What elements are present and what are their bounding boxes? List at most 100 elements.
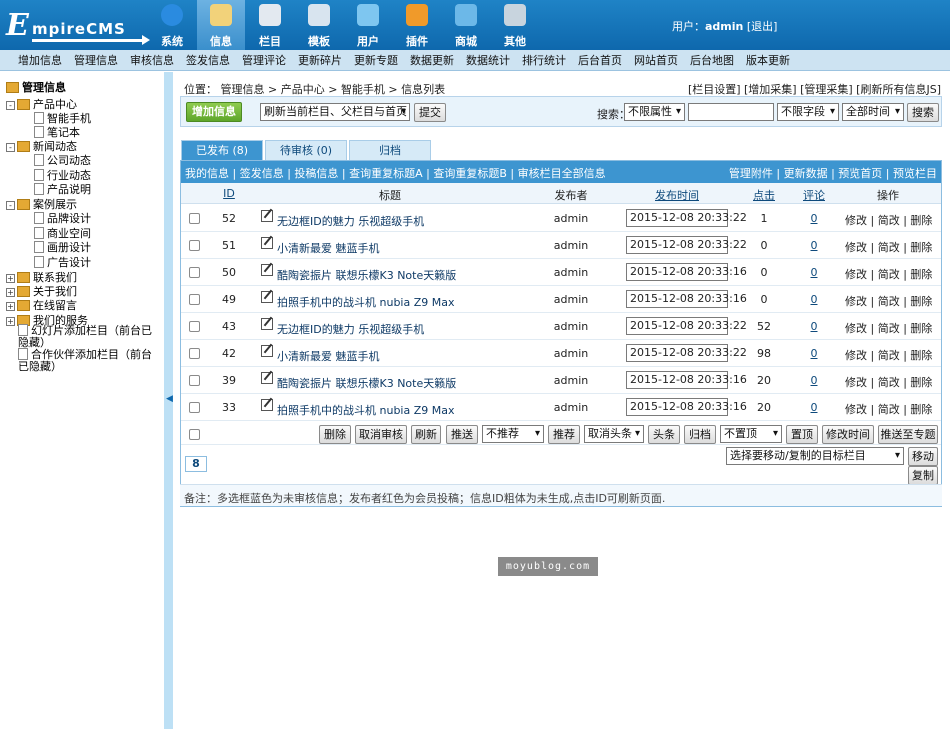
row-comments[interactable]: 0 (805, 293, 823, 306)
sidebar-item-11[interactable]: 广告设计 (34, 254, 91, 270)
row-ops[interactable]: 修改 | 简改 | 删除 (845, 266, 932, 282)
delete-button[interactable]: 删除 (319, 425, 351, 444)
row-id[interactable]: 42 (217, 347, 241, 360)
breadcrumb-links[interactable]: [栏目设置] [增加采集] [管理采集] [刷新所有信息JS] (688, 81, 941, 97)
sidebar-item-6[interactable]: 产品说明 (34, 181, 91, 197)
row-comments[interactable]: 0 (805, 374, 823, 387)
sidebar-item-4[interactable]: 公司动态 (34, 152, 91, 168)
submit-button[interactable]: 提交 (414, 103, 446, 122)
row-time-field[interactable]: 2015-12-08 20:33:16 (626, 398, 747, 416)
change-time-button[interactable]: 修改时间 (822, 425, 874, 444)
topnav-1[interactable]: 信息 (197, 0, 245, 50)
row-id[interactable]: 43 (217, 320, 241, 333)
row-time-field[interactable]: 2015-12-08 20:33:22 (626, 236, 747, 254)
refresh-button[interactable]: 刷新 (411, 425, 441, 444)
row-id[interactable]: 39 (217, 374, 241, 387)
row-ops[interactable]: 修改 | 简改 | 删除 (845, 239, 932, 255)
menu-item[interactable]: 版本更新 (746, 52, 790, 68)
row-comments[interactable]: 0 (805, 212, 823, 225)
row-time-field[interactable]: 2015-12-08 20:33:16 (626, 290, 747, 308)
menu-item[interactable]: 审核信息 (130, 52, 174, 68)
row-title-link[interactable]: 无边框ID的魅力 乐视超级手机 (277, 321, 424, 337)
row-id[interactable]: 50 (217, 266, 241, 279)
row-checkbox[interactable] (189, 321, 200, 332)
time-select[interactable]: 全部时间 (842, 103, 904, 121)
row-comments[interactable]: 0 (805, 239, 823, 252)
sidebar-item-16[interactable]: 幻灯片添加栏目（前台已隐藏） (18, 324, 158, 349)
refresh-select[interactable]: 刷新当前栏目、父栏目与首页 (260, 103, 410, 121)
header-id[interactable]: ID (221, 187, 237, 200)
row-time-field[interactable]: 2015-12-08 20:33:22 (626, 317, 747, 335)
row-comments[interactable]: 0 (805, 401, 823, 414)
menu-item[interactable]: 后台地图 (690, 52, 734, 68)
search-input[interactable] (688, 103, 774, 121)
header-time[interactable]: 发布时间 (647, 187, 707, 203)
menu-item[interactable]: 后台首页 (578, 52, 622, 68)
header-comments[interactable]: 评论 (801, 187, 827, 203)
row-title-link[interactable]: 小清新最爱 魅蓝手机 (277, 240, 380, 256)
row-title-link[interactable]: 拍照手机中的战斗机 nubia Z9 Max (277, 294, 455, 310)
top-select[interactable]: 不置顶 (720, 425, 782, 443)
page-number[interactable]: 8 (185, 456, 207, 472)
row-checkbox[interactable] (189, 213, 200, 224)
topnav-3[interactable]: 模板 (295, 0, 343, 50)
row-title-link[interactable]: 拍照手机中的战斗机 nubia Z9 Max (277, 402, 455, 418)
headline-button[interactable]: 头条 (648, 425, 680, 444)
row-title-link[interactable]: 小清新最爱 魅蓝手机 (277, 348, 380, 364)
expand-icon[interactable]: + (6, 317, 15, 326)
add-info-button[interactable]: 增加信息 (186, 102, 242, 122)
move-button[interactable]: 移动 (908, 447, 938, 466)
menu-item[interactable]: 排行统计 (522, 52, 566, 68)
menu-item[interactable]: 管理信息 (74, 52, 118, 68)
menu-item[interactable]: 更新碎片 (298, 52, 342, 68)
logout-link[interactable]: [退出] (747, 20, 778, 33)
breadcrumb-item[interactable]: 产品中心 (281, 83, 325, 96)
row-comments[interactable]: 0 (805, 320, 823, 333)
attr-select[interactable]: 不限属性 (624, 103, 685, 121)
unaudit-button[interactable]: 取消审核 (355, 425, 407, 444)
topnav-4[interactable]: 用户 (344, 0, 392, 50)
collapse-icon[interactable]: - (6, 101, 15, 110)
push-topic-button[interactable]: 推送至专题 (878, 425, 938, 444)
row-time-field[interactable]: 2015-12-08 20:33:16 (626, 371, 747, 389)
archive-button[interactable]: 归档 (684, 425, 716, 444)
topnav-5[interactable]: 插件 (393, 0, 441, 50)
menu-item[interactable]: 增加信息 (18, 52, 62, 68)
menu-item[interactable]: 网站首页 (634, 52, 678, 68)
row-time-field[interactable]: 2015-12-08 20:33:22 (626, 344, 747, 362)
sidebar-item-14[interactable]: + 在线留言 (6, 297, 77, 313)
expand-icon[interactable]: + (6, 288, 15, 297)
row-time-field[interactable]: 2015-12-08 20:33:16 (626, 263, 747, 281)
row-checkbox[interactable] (189, 240, 200, 251)
sub-toolbar-right-links[interactable]: 管理附件 | 更新数据 | 预览首页 | 预览栏目 (729, 165, 937, 181)
row-time-field[interactable]: 2015-12-08 20:33:22 (626, 209, 747, 227)
row-title-link[interactable]: 无边框ID的魅力 乐视超级手机 (277, 213, 424, 229)
sub-toolbar-left-links[interactable]: 我的信息 | 签发信息 | 投稿信息 | 查询重复标题A | 查询重复标题B |… (185, 165, 606, 181)
row-checkbox[interactable] (189, 348, 200, 359)
row-id[interactable]: 52 (217, 212, 241, 225)
tab-archive[interactable]: 归档 (349, 140, 431, 160)
row-ops[interactable]: 修改 | 简改 | 删除 (845, 401, 932, 417)
topnav-6[interactable]: 商城 (442, 0, 490, 50)
sidebar-splitter[interactable]: ◀ (164, 72, 173, 729)
recommend-select[interactable]: 不推荐 (482, 425, 544, 443)
collapse-icon[interactable]: - (6, 143, 15, 152)
tab-published[interactable]: 已发布 (8) (181, 140, 263, 160)
row-comments[interactable]: 0 (805, 347, 823, 360)
menu-item[interactable]: 数据更新 (410, 52, 454, 68)
search-button[interactable]: 搜索 (907, 103, 939, 122)
row-title-link[interactable]: 酷陶瓷振片 联想乐檬K3 Note天籁版 (277, 267, 456, 283)
header-clicks[interactable]: 点击 (751, 187, 777, 203)
tab-pending[interactable]: 待审核 (0) (265, 140, 347, 160)
target-column-select[interactable]: 选择要移动/复制的目标栏目 (726, 447, 904, 465)
menu-item[interactable]: 更新专题 (354, 52, 398, 68)
menu-item[interactable]: 管理评论 (242, 52, 286, 68)
row-ops[interactable]: 修改 | 简改 | 删除 (845, 347, 932, 363)
breadcrumb-item[interactable]: 管理信息 (221, 83, 265, 96)
row-ops[interactable]: 修改 | 简改 | 删除 (845, 320, 932, 336)
row-ops[interactable]: 修改 | 简改 | 删除 (845, 293, 932, 309)
sidebar-item-8[interactable]: 品牌设计 (34, 210, 91, 226)
row-ops[interactable]: 修改 | 简改 | 删除 (845, 212, 932, 228)
sidebar-item-17[interactable]: 合作伙伴添加栏目（前台已隐藏） (18, 348, 158, 373)
row-title-link[interactable]: 酷陶瓷振片 联想乐檬K3 Note天籁版 (277, 375, 456, 391)
